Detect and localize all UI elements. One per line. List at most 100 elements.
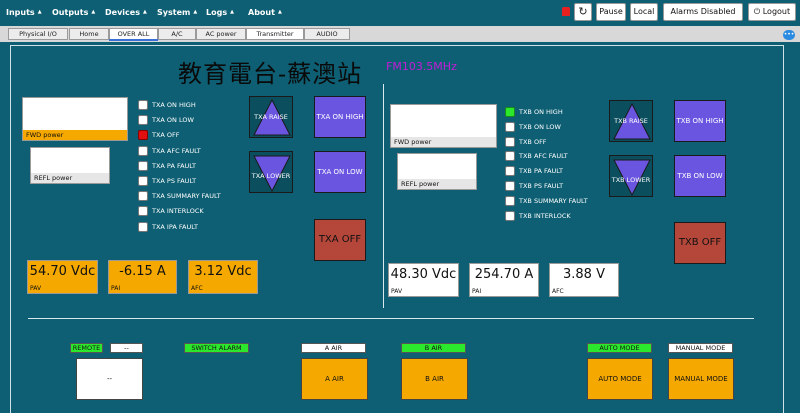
status-lamp-icon xyxy=(138,160,148,171)
status-lamp-icon xyxy=(505,166,515,177)
pause-button[interactable]: Pause xyxy=(596,3,626,21)
status-lamp-icon xyxy=(505,151,515,162)
nav-logs-label: Logs xyxy=(206,8,228,17)
nav-outputs[interactable]: Outputs ▲ xyxy=(52,8,95,17)
txb-lamp-row: TXB PA FAULT xyxy=(505,166,615,178)
txa-refl-power-label: REFL power xyxy=(31,173,109,183)
a-air-indicator: A AIR xyxy=(301,343,366,353)
chat-icon[interactable]: ••• xyxy=(783,30,795,40)
txa-fwd-power-box: FWD power xyxy=(22,97,128,141)
tab-ac-power[interactable]: AC power xyxy=(196,28,246,40)
tab-audio[interactable]: AUDIO xyxy=(304,28,350,40)
txb-fwd-power-box: FWD power xyxy=(390,104,497,148)
txa-lamp-label: TXA SUMMARY FAULT xyxy=(152,192,221,201)
caret-icon: ▲ xyxy=(230,9,234,15)
txa-pai-meter: -6.15 A PAI xyxy=(108,260,177,294)
local-button[interactable]: Local xyxy=(630,3,658,21)
txa-lower-button[interactable]: TXA LOWER xyxy=(249,151,293,193)
nav-inputs-label: Inputs xyxy=(6,8,35,17)
power-icon: ⏻ xyxy=(753,7,761,16)
txa-lamp-label: TXA AFC FAULT xyxy=(152,146,201,155)
station-title: 教育電台-蘇澳站 xyxy=(178,60,363,88)
txa-pav-value: 54.70 Vdc xyxy=(29,264,96,279)
alarms-disabled-button[interactable]: Alarms Disabled xyxy=(663,3,743,21)
txb-lamp-row: TXB OFF xyxy=(505,136,615,149)
txb-refl-power-label: REFL power xyxy=(398,179,476,189)
control-dash-button[interactable]: -- xyxy=(76,358,143,400)
txb-pav-label: PAV xyxy=(391,288,403,295)
manual-mode-button[interactable]: MANUAL MODE xyxy=(668,358,734,400)
txa-lamp-label: TXA PA FAULT xyxy=(152,161,196,170)
txa-on-low-button[interactable]: TXA ON LOW xyxy=(314,151,366,193)
txa-lamp-row: TXA OFF xyxy=(138,130,248,142)
txb-raise-label: TXB RAISE xyxy=(614,117,648,125)
txb-lamp-label: TXB ON LOW xyxy=(519,122,561,131)
nav-logs[interactable]: Logs ▲ xyxy=(206,8,234,17)
tab-ac[interactable]: A/C xyxy=(158,28,196,40)
txb-lamp-label: TXB INTERLOCK xyxy=(519,211,571,220)
txa-lamp-row: TXA ON HIGH xyxy=(138,100,248,112)
status-lamp-icon xyxy=(138,206,148,217)
txb-lamp-label: TXB AFC FAULT xyxy=(519,152,568,161)
status-lamp-icon xyxy=(138,191,148,202)
txb-pav-meter: 48.30 Vdc PAV xyxy=(388,263,459,297)
tab-home[interactable]: Home xyxy=(69,28,109,40)
nav-about[interactable]: About ▲ xyxy=(248,8,282,17)
txa-on-high-button[interactable]: TXA ON HIGH xyxy=(314,96,366,138)
txb-on-low-button[interactable]: TXB ON LOW xyxy=(674,155,726,197)
txa-lamp-row: TXA IPA FAULT xyxy=(138,221,248,234)
status-lamp-icon xyxy=(505,121,515,132)
txb-off-button[interactable]: TXB OFF xyxy=(674,222,726,264)
txa-lamp-row: TXA PS FAULT xyxy=(138,176,248,188)
txb-afc-value: 3.88 V xyxy=(563,267,605,282)
txb-lamp-label: TXB PA FAULT xyxy=(519,167,564,176)
txa-lamp-label: TXA OFF xyxy=(152,131,180,140)
txb-lamp-row: TXB ON HIGH xyxy=(505,107,615,119)
nav-inputs[interactable]: Inputs ▲ xyxy=(6,8,42,17)
txa-lamp-label: TXA ON HIGH xyxy=(152,101,196,109)
refresh-button[interactable]: ↻ xyxy=(574,3,592,21)
b-air-button[interactable]: B AIR xyxy=(401,358,468,400)
nav-system[interactable]: System ▲ xyxy=(157,8,197,17)
txb-lamp-row: TXB INTERLOCK xyxy=(505,210,615,223)
b-air-indicator: B AIR xyxy=(401,343,466,353)
mode-dash-indicator: -- xyxy=(110,343,143,353)
a-air-button[interactable]: A AIR xyxy=(301,358,368,400)
caret-icon: ▲ xyxy=(193,9,198,15)
txb-refl-power-box: REFL power xyxy=(397,153,477,190)
txb-fwd-power-label: FWD power xyxy=(391,137,496,147)
auto-mode-indicator: AUTO MODE xyxy=(587,343,652,353)
alarm-indicator-icon[interactable] xyxy=(562,7,570,16)
txb-raise-button[interactable]: TXB RAISE xyxy=(609,100,653,142)
status-lamp-icon xyxy=(505,181,515,191)
txa-pai-value: -6.15 A xyxy=(119,264,166,279)
txa-afc-value: 3.12 Vdc xyxy=(194,264,252,279)
txb-afc-meter: 3.88 V AFC xyxy=(549,263,619,297)
txa-afc-meter: 3.12 Vdc AFC xyxy=(188,260,258,294)
txb-pai-meter: 254.70 A PAI xyxy=(469,263,539,297)
tab-transmitter[interactable]: Transmitter xyxy=(246,28,304,40)
remote-indicator: REMOTE xyxy=(70,343,103,353)
auto-mode-button[interactable]: AUTO MODE xyxy=(587,358,653,400)
horizontal-divider xyxy=(28,318,754,319)
nav-devices[interactable]: Devices ▲ xyxy=(105,8,147,17)
txb-lamp-label: TXB PS FAULT xyxy=(519,182,564,190)
txa-off-button[interactable]: TXA OFF xyxy=(314,219,366,261)
txa-refl-power-box: REFL power xyxy=(30,147,110,184)
txb-on-high-button[interactable]: TXB ON HIGH xyxy=(674,100,726,142)
txa-lamp-label: TXA ON LOW xyxy=(152,116,194,125)
txb-lower-button[interactable]: TXB LOWER xyxy=(609,155,653,197)
status-lamp-icon xyxy=(505,195,515,206)
txb-lamp-row: TXB PS FAULT xyxy=(505,181,615,193)
nav-devices-label: Devices xyxy=(105,8,140,17)
tab-strip: Physical I/O Home OVER ALL A/C AC power … xyxy=(0,26,800,42)
txb-pai-label: PAI xyxy=(472,288,482,295)
txa-lamp-label: TXA INTERLOCK xyxy=(152,207,204,216)
logout-label: Logout xyxy=(762,7,791,16)
txa-raise-button[interactable]: TXA RAISE xyxy=(249,96,293,138)
txa-afc-label: AFC xyxy=(191,285,203,292)
txa-lower-label: TXA LOWER xyxy=(251,172,291,180)
logout-button[interactable]: ⏻ Logout xyxy=(748,3,796,21)
tab-physical-io[interactable]: Physical I/O xyxy=(8,28,68,40)
txa-pai-label: PAI xyxy=(111,285,121,292)
